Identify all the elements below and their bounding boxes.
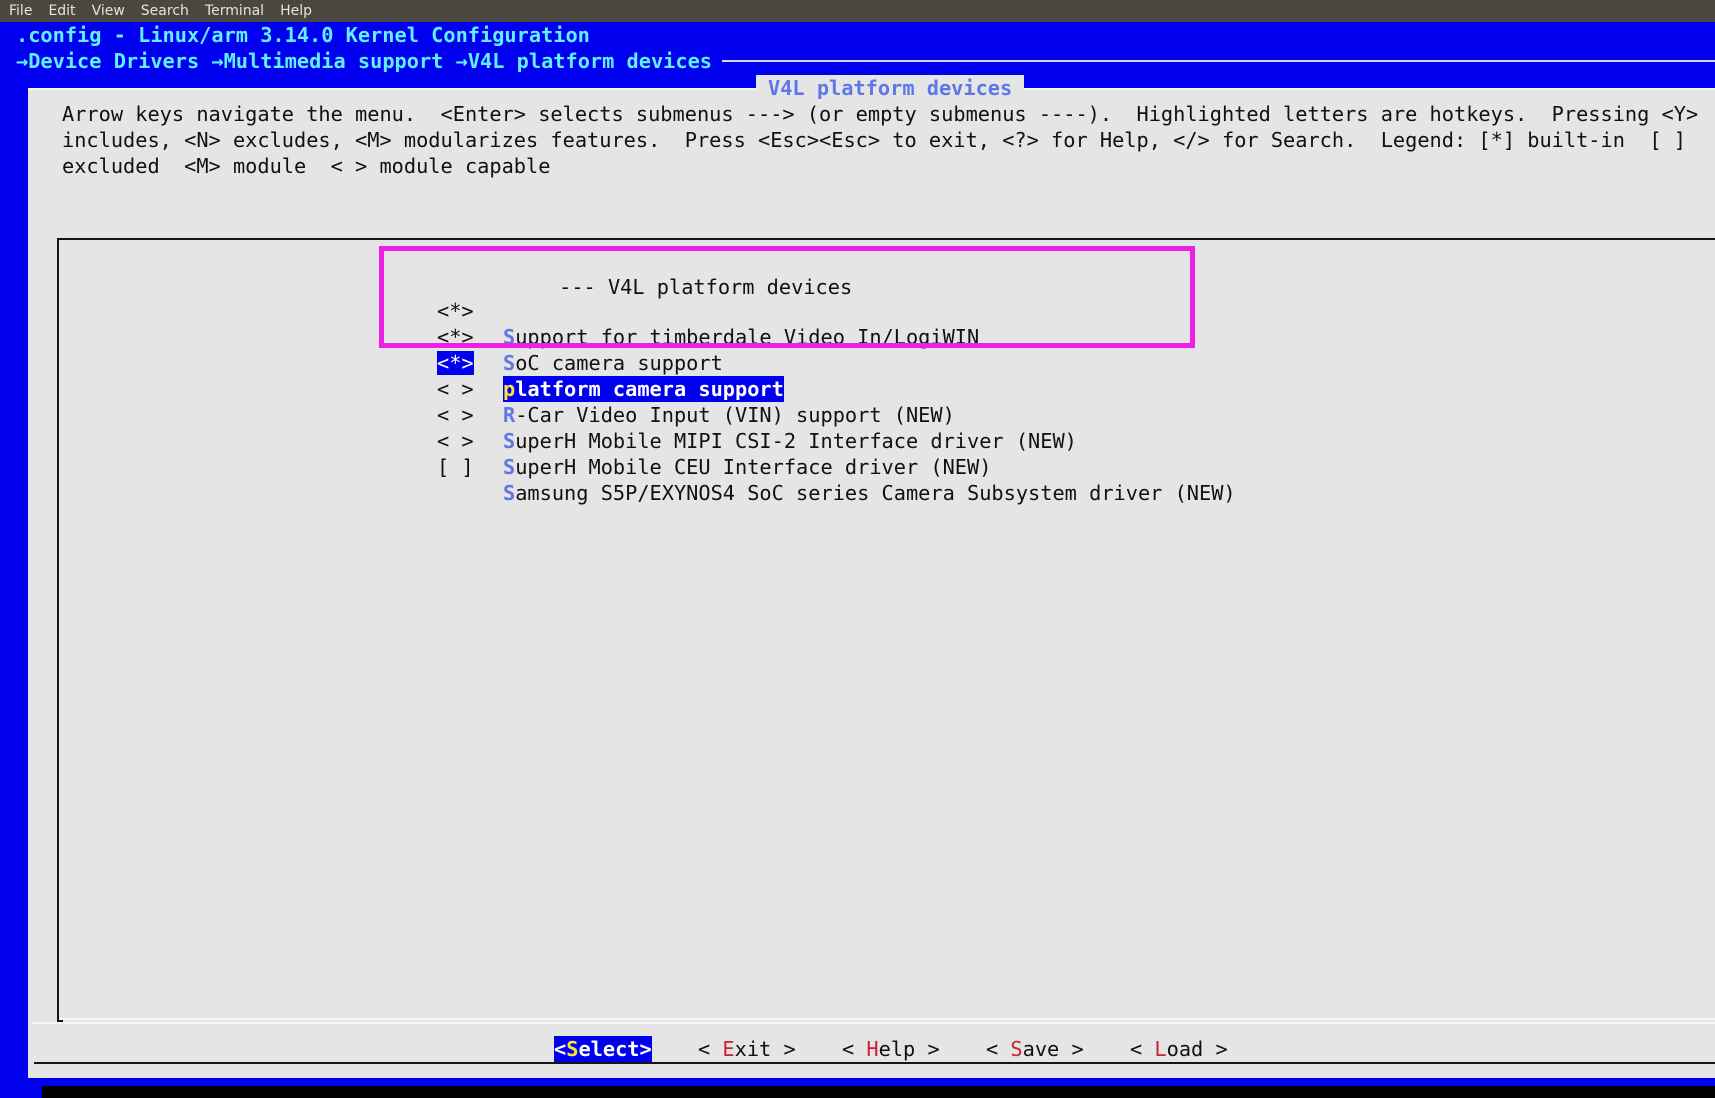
- breadcrumb-arrow-icon: →: [16, 49, 29, 73]
- item-label: SuperH Mobile CEU Interface driver (NEW): [503, 454, 991, 480]
- button-bar: <Select> < Exit > < Help > < Save > < Lo…: [28, 1022, 1715, 1078]
- breadcrumb-arrow-icon: →: [455, 49, 468, 73]
- item-label: Samsung S5P/EXYNOS4 SoC series Camera Su…: [503, 480, 1236, 506]
- item-state: [ ]: [437, 455, 474, 479]
- breadcrumb-rule: [722, 60, 1715, 62]
- menu-file[interactable]: File: [0, 3, 39, 19]
- menu-edit[interactable]: Edit: [39, 3, 82, 19]
- menu-item-timberdale[interactable]: <*> Support for timberdale Video In/Logi…: [437, 272, 1237, 349]
- save-hotkey: S: [1010, 1037, 1023, 1061]
- help-hotkey: H: [866, 1037, 879, 1061]
- menu-item-samsung-s5p[interactable]: [ ] Samsung S5P/EXYNOS4 SoC series Camer…: [437, 428, 1337, 505]
- menu-view[interactable]: View: [83, 3, 132, 19]
- help-button[interactable]: < Help >: [842, 1036, 940, 1062]
- help-line: excluded <M> module < > module capable: [62, 154, 551, 178]
- menu-box: --- V4L platform devices <*> Support for…: [57, 238, 1715, 1022]
- menu-item-soc-camera[interactable]: <*> SoC camera support: [437, 298, 1237, 375]
- menu-help[interactable]: Help: [271, 3, 319, 19]
- terminal-area: .config - Linux/arm 3.14.0 Kernel Config…: [0, 22, 1715, 1098]
- dialog-shadow: [42, 1086, 1715, 1098]
- exit-hotkey: E: [722, 1037, 735, 1061]
- breadcrumb-v4l-platform-devices: V4L platform devices: [467, 49, 713, 73]
- save-button[interactable]: < Save >: [986, 1036, 1084, 1062]
- item-label-rest: amsung S5P/EXYNOS4 SoC series Camera Sub…: [515, 481, 1236, 505]
- select-hotkey: S: [566, 1037, 579, 1061]
- breadcrumb: → Device Drivers → Multimedia support → …: [16, 48, 1715, 74]
- dialog-title: V4L platform devices: [768, 76, 1013, 100]
- menu-terminal[interactable]: Terminal: [196, 3, 271, 19]
- select-button[interactable]: <Select>: [554, 1036, 652, 1062]
- menu-item-platform-camera[interactable]: <*> platform camera support: [437, 324, 1237, 402]
- dialog-bottom-border: [34, 1062, 1715, 1064]
- menu-header-line: --- V4L platform devices: [559, 275, 853, 299]
- breadcrumb-arrow-icon: →: [211, 49, 224, 73]
- help-line: Arrow keys navigate the menu. <Enter> se…: [62, 102, 1699, 126]
- menu-item-superh-ceu[interactable]: < > SuperH Mobile CEU Interface driver (…: [437, 402, 1237, 479]
- menu-item-rcar-vin[interactable]: < > R-Car Video Input (VIN) support (NEW…: [437, 350, 1237, 427]
- item-label-rest: uperH Mobile CEU Interface driver (NEW): [515, 455, 992, 479]
- menu-item-superh-mipi[interactable]: < > SuperH Mobile MIPI CSI-2 Interface d…: [437, 376, 1237, 453]
- button-bar-border: [32, 1022, 1715, 1024]
- help-text: Arrow keys navigate the menu. <Enter> se…: [62, 101, 1698, 179]
- menuconfig-dialog: V4L platform devices Arrow keys navigate…: [28, 75, 1715, 1078]
- item-hotkey: S: [503, 481, 516, 505]
- load-button[interactable]: < Load >: [1130, 1036, 1228, 1062]
- menu-search[interactable]: Search: [132, 3, 196, 19]
- breadcrumb-device-drivers: Device Drivers: [28, 49, 212, 73]
- breadcrumb-multimedia-support: Multimedia support: [223, 49, 456, 73]
- menu-box-border: [59, 1018, 1715, 1020]
- help-line: includes, <N> excludes, <M> modularizes …: [62, 128, 1686, 152]
- dialog-title-wrap: V4L platform devices: [756, 75, 1025, 101]
- exit-button[interactable]: < Exit >: [698, 1036, 796, 1062]
- window-menubar: File Edit View Search Terminal Help: [0, 0, 1715, 22]
- load-hotkey: L: [1154, 1037, 1167, 1061]
- config-title: .config - Linux/arm 3.14.0 Kernel Config…: [16, 23, 590, 47]
